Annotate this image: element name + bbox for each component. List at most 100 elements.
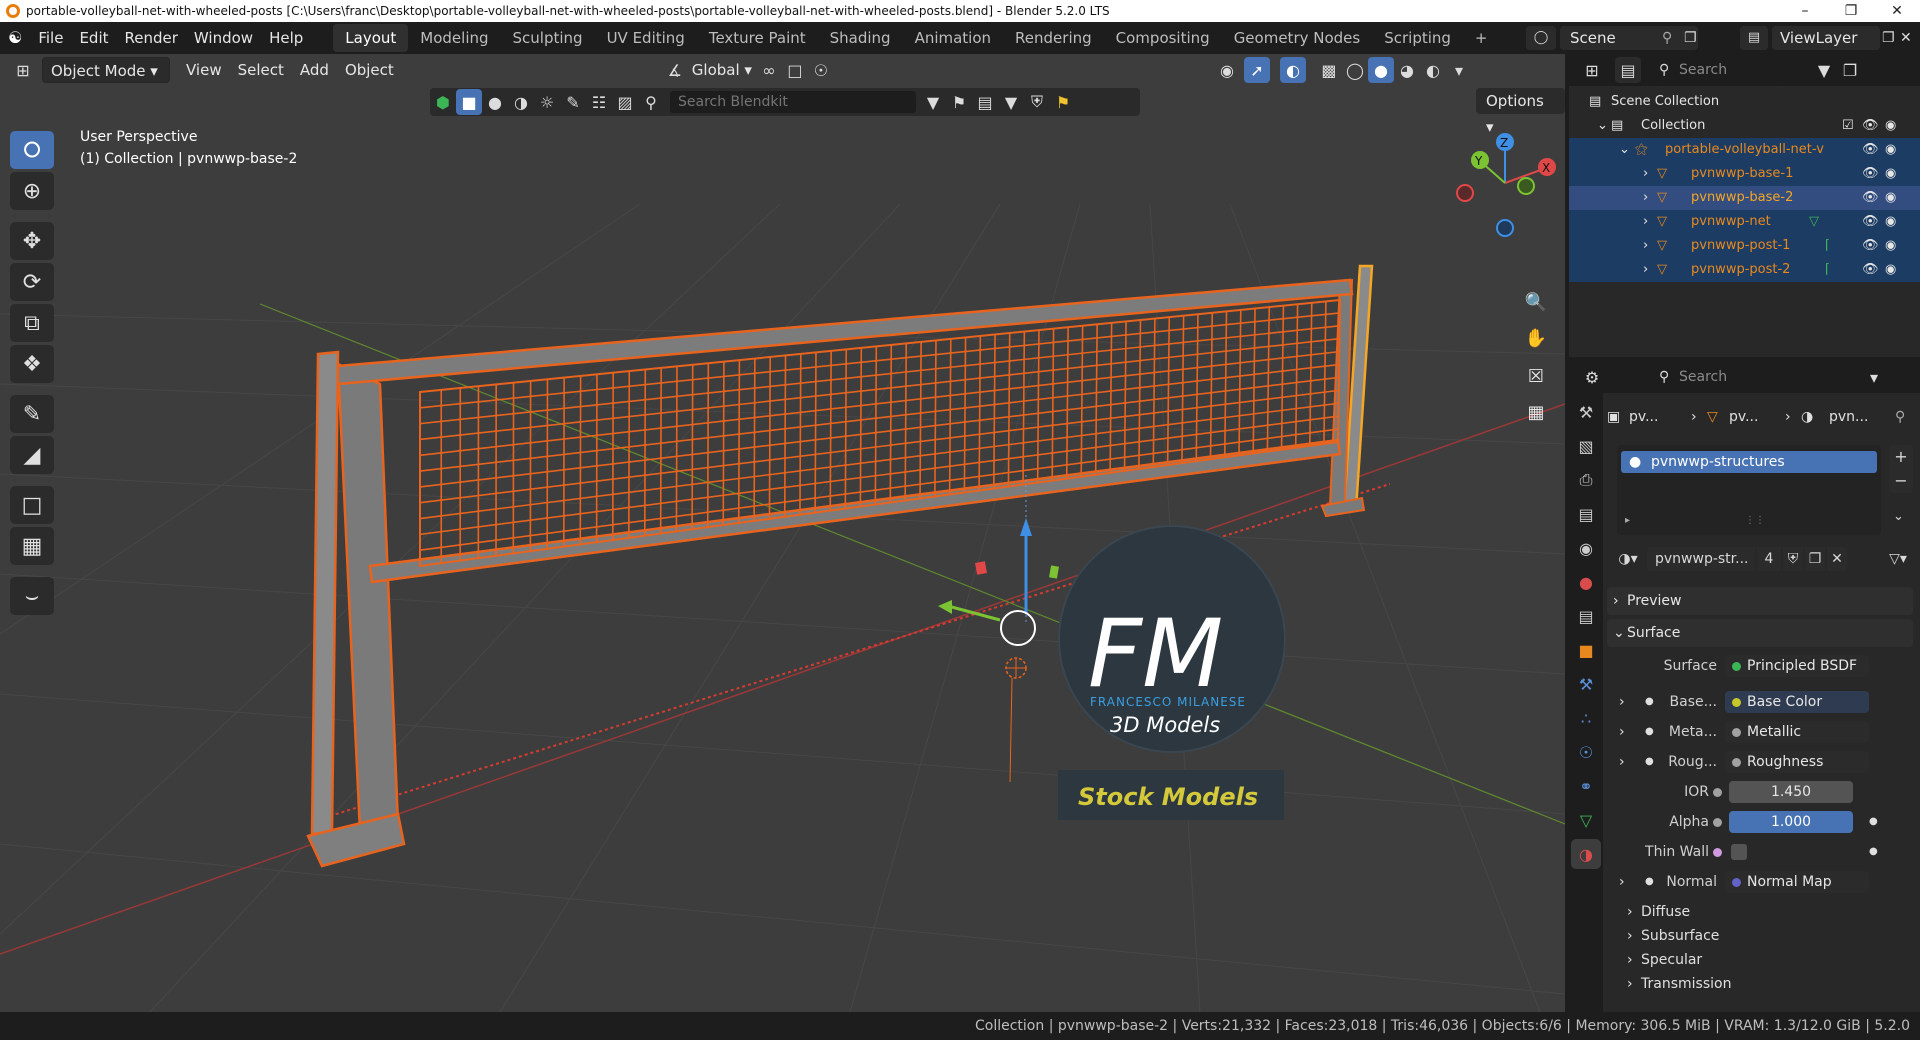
- outliner-display-mode-icon[interactable]: ▤: [1615, 57, 1641, 83]
- tab-uv-editing[interactable]: UV Editing: [595, 24, 697, 52]
- roughness-field[interactable]: Roughness: [1725, 751, 1869, 773]
- list-resize-handle-icon[interactable]: ⋮⋮: [1745, 515, 1765, 526]
- gizmo-toggle-icon[interactable]: ➚: [1243, 57, 1270, 83]
- thin-wall-checkbox[interactable]: [1731, 844, 1747, 860]
- menu-help[interactable]: Help: [261, 22, 311, 54]
- tab-geometry-nodes[interactable]: Geometry Nodes: [1222, 24, 1373, 52]
- wireframe-shading-icon[interactable]: ◯: [1342, 57, 1368, 83]
- ortho-grid-icon[interactable]: ▦: [1520, 396, 1552, 428]
- tab-modeling[interactable]: Modeling: [408, 24, 500, 52]
- scene-tab-icon[interactable]: ◉: [1571, 533, 1601, 563]
- rendered-shading-icon[interactable]: ◐: [1420, 57, 1446, 83]
- editor-type-icon[interactable]: ⊞: [10, 57, 36, 83]
- visibility-icon[interactable]: ◉: [1214, 57, 1240, 83]
- filter-icon[interactable]: ▼: [998, 89, 1024, 115]
- mode-selector[interactable]: Object Mode ▾: [42, 57, 170, 83]
- solid-shading-icon[interactable]: ●: [1367, 57, 1394, 83]
- material-slot-item[interactable]: ● pvnwwp-structures: [1621, 451, 1877, 473]
- material-tab-icon[interactable]: ◑: [1571, 839, 1601, 869]
- outliner-row-base-1[interactable]: › ▽ pvnwwp-base-1 👁 ◉: [1569, 162, 1920, 186]
- bookmark-icon[interactable]: ⚑: [946, 89, 972, 115]
- transform-tool[interactable]: ❖: [10, 345, 54, 383]
- add-slot-icon[interactable]: +: [1889, 445, 1913, 469]
- row-eye-icon[interactable]: 👁: [1862, 162, 1879, 186]
- maximize-button[interactable]: ❐: [1828, 0, 1874, 22]
- outliner-row-net[interactable]: › ▽ pvnwwp-net ▽ 👁 ◉: [1569, 210, 1920, 234]
- tab-animation[interactable]: Animation: [903, 24, 1003, 52]
- curve-tool[interactable]: ⌣: [10, 577, 54, 615]
- viewlayer-name-field[interactable]: ViewLayer: [1772, 26, 1880, 50]
- menu-object[interactable]: Object: [337, 57, 402, 83]
- roughness-expand-icon[interactable]: ›: [1619, 751, 1625, 773]
- surface-panel-header[interactable]: ⌄ Surface: [1607, 619, 1913, 647]
- row-camera-icon[interactable]: ◉: [1885, 186, 1896, 210]
- rotate-tool[interactable]: ⟳: [10, 263, 54, 301]
- scale-tool[interactable]: ⧉: [10, 304, 54, 342]
- outliner-editor-icon[interactable]: ⊞: [1579, 57, 1605, 83]
- annotate-tool[interactable]: ✎: [10, 395, 54, 433]
- properties-search[interactable]: ⚲ Search: [1651, 366, 1789, 388]
- options-button[interactable]: Options ▾: [1476, 88, 1565, 136]
- alpha-keyframe-icon[interactable]: ●: [1869, 811, 1878, 833]
- output-tab-icon[interactable]: ⎙: [1571, 465, 1601, 495]
- physics-tab-icon[interactable]: ☉: [1571, 737, 1601, 767]
- zoom-icon[interactable]: 🔍: [1520, 286, 1552, 318]
- viewport-canvas[interactable]: FM FRANCESCO MILANESE 3D Models Stock Mo…: [0, 54, 1565, 1012]
- row-eye-icon[interactable]: 👁: [1862, 186, 1879, 210]
- metallic-expand-icon[interactable]: ›: [1619, 721, 1625, 743]
- object-tab-icon[interactable]: ■: [1571, 635, 1601, 665]
- fake-user-icon[interactable]: ⛨: [1783, 547, 1803, 571]
- subpanel-diffuse[interactable]: › Diffuse: [1607, 901, 1913, 925]
- proportional-edit-icon[interactable]: ☉: [808, 57, 834, 83]
- row-camera-icon[interactable]: ◉: [1885, 258, 1896, 282]
- base-color-field[interactable]: Base Color: [1725, 691, 1869, 713]
- tab-sculpting[interactable]: Sculpting: [501, 24, 595, 52]
- material-name-field[interactable]: pvnwwp-str...: [1647, 547, 1755, 571]
- row-expand-icon[interactable]: ›: [1643, 162, 1648, 186]
- row-expand-icon[interactable]: ›: [1643, 234, 1648, 258]
- unlink-material-icon[interactable]: ✕: [1827, 547, 1847, 571]
- row-eye-icon[interactable]: 👁: [1862, 210, 1879, 234]
- outliner-search[interactable]: ⚲ Search: [1651, 59, 1791, 81]
- outliner-collection[interactable]: ⌄ ▤ Collection ☑ 👁 ◉: [1569, 114, 1920, 138]
- world-tab-icon[interactable]: ●: [1571, 567, 1601, 597]
- collection-expand-icon[interactable]: ⌄: [1597, 114, 1608, 138]
- blendkit-logo-icon[interactable]: ⬢: [430, 89, 456, 115]
- scene-selector-icon[interactable]: ◯: [1526, 26, 1556, 50]
- blendkit-materials-icon[interactable]: ●: [482, 89, 508, 115]
- row-eye-icon[interactable]: 👁: [1862, 234, 1879, 258]
- minimize-button[interactable]: –: [1782, 0, 1828, 22]
- row-camera-icon[interactable]: ◉: [1885, 162, 1896, 186]
- pan-hand-icon[interactable]: ✋: [1520, 322, 1552, 354]
- tool-tab-icon[interactable]: ⚒: [1571, 397, 1601, 427]
- cursor-tool[interactable]: ⊕: [10, 172, 54, 210]
- collection-tab-icon[interactable]: ▤: [1571, 601, 1601, 631]
- constraints-tab-icon[interactable]: ⚭: [1571, 771, 1601, 801]
- snap-icon[interactable]: □: [782, 57, 808, 83]
- pivot-point-icon[interactable]: ∞: [756, 57, 782, 83]
- menu-add[interactable]: Add: [292, 57, 337, 83]
- scene-name-field[interactable]: Scene: [1560, 26, 1698, 50]
- outliner-scene-collection[interactable]: ▤ Scene Collection: [1569, 90, 1920, 114]
- orientation-icon[interactable]: ∡: [662, 57, 688, 83]
- normal-field[interactable]: Normal Map: [1725, 871, 1869, 893]
- shading-options-icon[interactable]: ▾: [1446, 57, 1472, 83]
- thin-wall-keyframe-icon[interactable]: ●: [1869, 841, 1878, 863]
- pin-scene-icon[interactable]: ⚲: [1662, 26, 1672, 50]
- select-box-tool[interactable]: ⭘: [10, 131, 54, 169]
- collection-checkbox-icon[interactable]: ☑: [1842, 114, 1854, 138]
- row-camera-icon[interactable]: ◉: [1885, 210, 1896, 234]
- blendkit-search-input[interactable]: [670, 91, 916, 113]
- row-camera-icon[interactable]: ◉: [1885, 234, 1896, 258]
- orientation-selector[interactable]: Global ▾: [688, 57, 756, 83]
- 3d-viewport[interactable]: FM FRANCESCO MILANESE 3D Models Stock Mo…: [0, 54, 1565, 1012]
- properties-editor-icon[interactable]: ⚙: [1579, 364, 1605, 390]
- add-cube-tool[interactable]: □: [10, 486, 54, 524]
- outliner-row-post-2[interactable]: › ▽ pvnwwp-post-2 ⌈ 👁 ◉: [1569, 258, 1920, 282]
- tab-layout[interactable]: Layout: [333, 24, 409, 52]
- close-button[interactable]: ✕: [1874, 0, 1920, 22]
- material-shading-icon[interactable]: ◕: [1394, 57, 1420, 83]
- outliner-row-base-2[interactable]: › ▽ pvnwwp-base-2 👁 ◉: [1569, 186, 1920, 210]
- measure-tool[interactable]: ◢: [10, 436, 54, 474]
- outliner-parent-row[interactable]: ⌄ ⚝ portable-volleyball-net-v 👁 ◉: [1569, 138, 1920, 162]
